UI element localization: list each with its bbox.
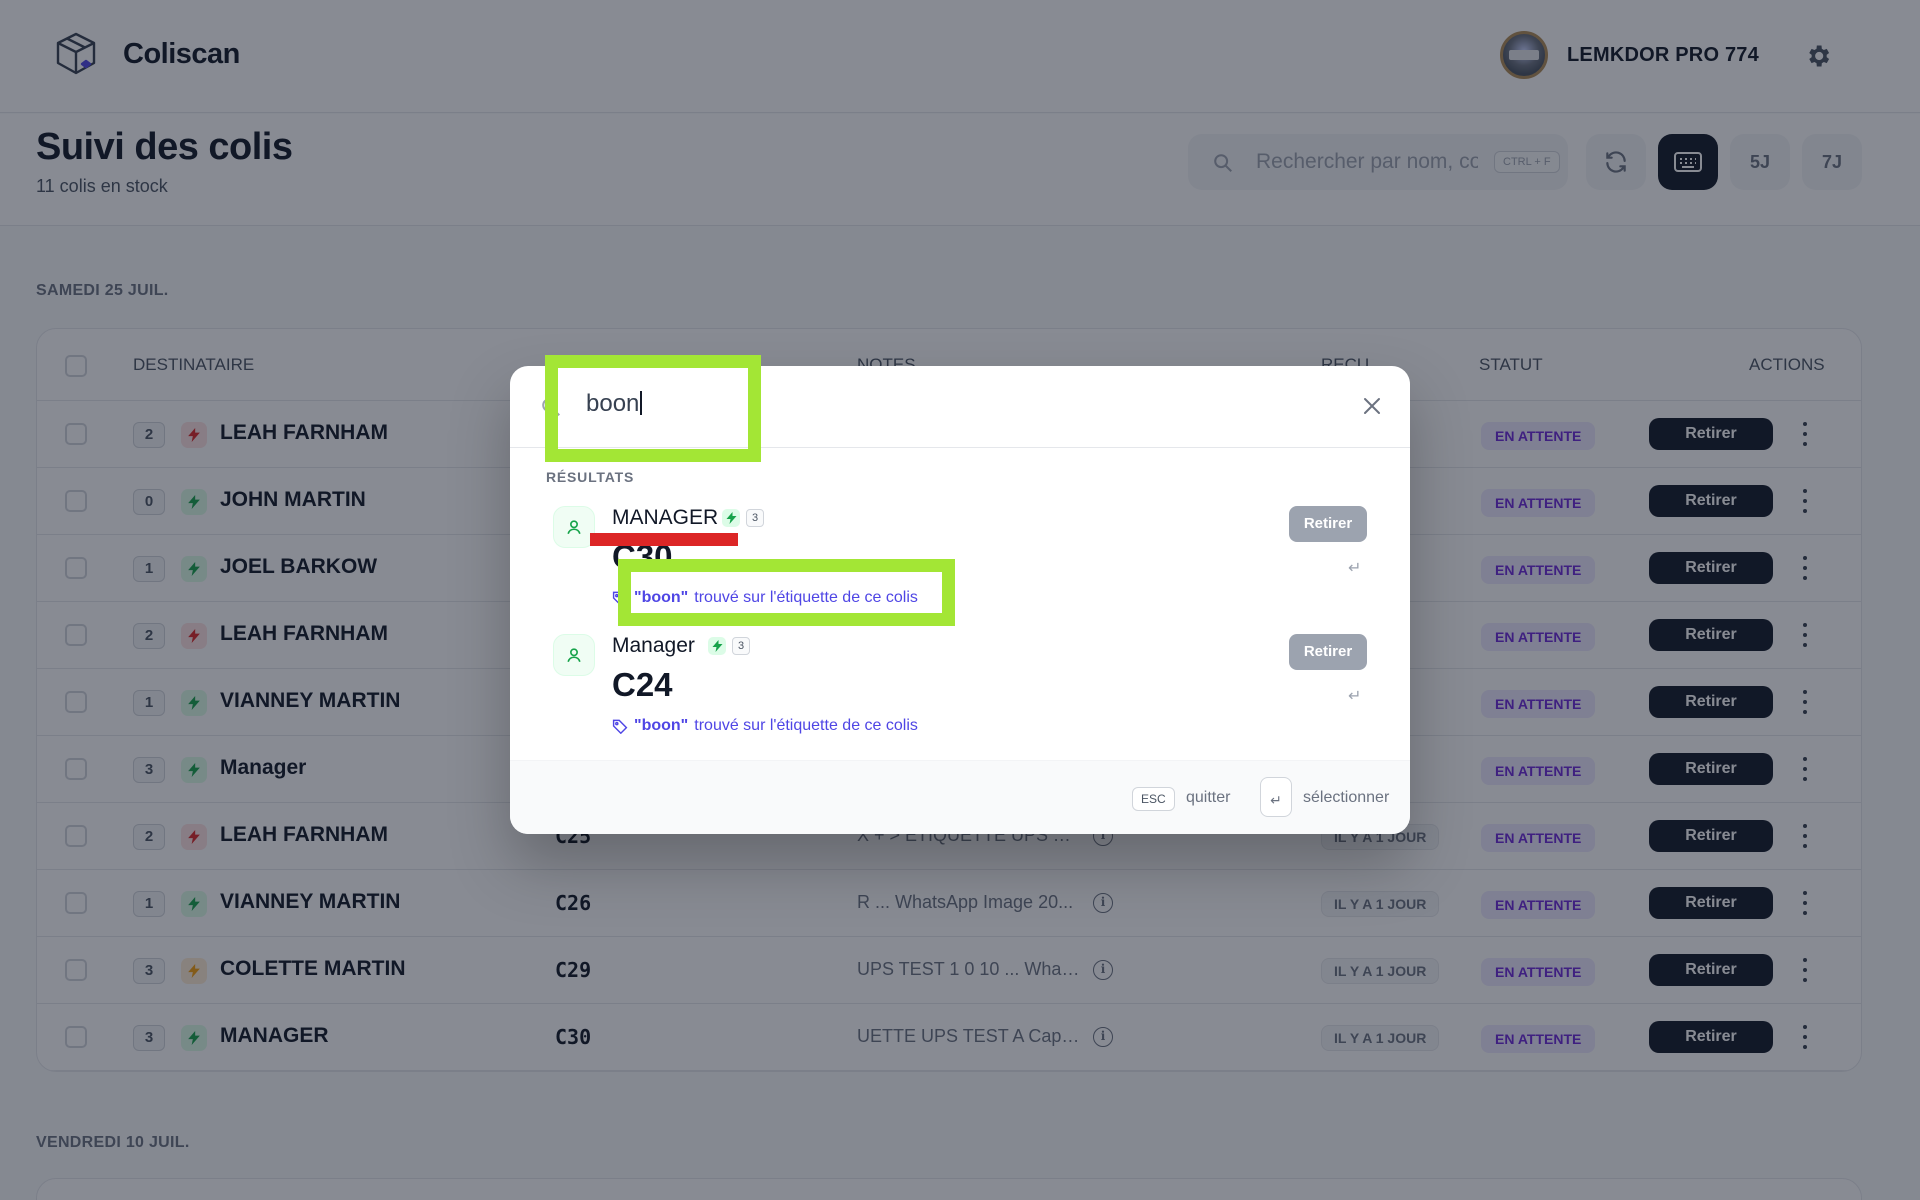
result-parcel-count: 3 [746,509,764,527]
result-parcel-code: C24 [612,666,673,703]
highlight-box [618,559,955,626]
withdraw-button[interactable]: Retirer [1289,506,1367,542]
modal-footer: ESC quitter ↵ sélectionner [510,760,1410,834]
enter-hint: ↵ [1348,560,1362,577]
bolt-icon [722,509,740,527]
results-heading: RÉSULTATS [546,469,635,485]
result-recipient-name: Manager [612,634,695,657]
result-parcel-count: 3 [732,637,750,655]
result-match-term: "boon" [634,717,689,734]
enter-label: sélectionner [1303,789,1390,806]
enter-hint: ↵ [1348,688,1362,705]
highlight-box [545,355,761,462]
withdraw-button[interactable]: Retirer [1289,634,1367,670]
close-icon[interactable] [1362,396,1382,416]
esc-label: quitter [1186,789,1231,806]
result-match-text: trouvé sur l'étiquette de ce colis [694,717,918,734]
tag-icon [612,719,628,734]
search-result[interactable]: Manager 3 C24 "boon" trouvé sur l'étique… [510,634,1410,754]
user-icon [553,506,595,548]
result-match-info: "boon" trouvé sur l'étiquette de ce coli… [612,717,918,735]
redaction-bar [590,533,738,546]
esc-key-hint: ESC [1132,787,1175,811]
result-recipient-name: MANAGER [612,506,719,529]
user-icon [553,634,595,676]
enter-key-hint: ↵ [1260,777,1292,817]
bolt-icon [708,637,726,655]
